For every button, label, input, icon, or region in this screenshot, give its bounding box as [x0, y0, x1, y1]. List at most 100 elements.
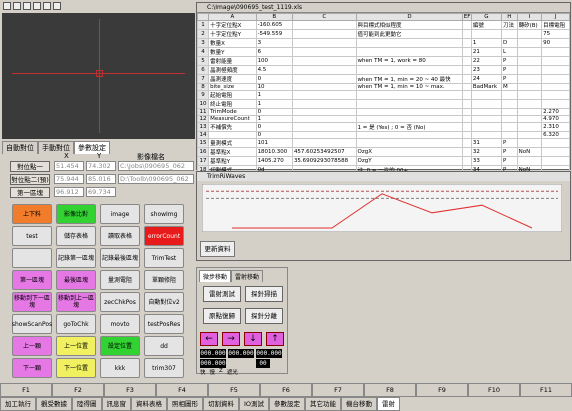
table-cell[interactable]: 16	[196, 147, 210, 157]
table-cell[interactable]: when TM = 1, work = 80	[355, 56, 464, 66]
table-cell[interactable]	[470, 115, 503, 123]
bottom-tab[interactable]: 機台移動	[341, 397, 378, 411]
table-cell[interactable]	[355, 99, 464, 109]
bottom-tab[interactable]: 訊息窗	[101, 397, 131, 411]
table-cell[interactable]	[355, 138, 464, 148]
table-cell[interactable]: 457.60253492507	[291, 147, 357, 157]
table-cell[interactable]	[291, 20, 357, 30]
laser-test-button[interactable]: 雷射測試	[203, 286, 241, 302]
table-cell[interactable]	[501, 99, 518, 109]
table-cell[interactable]: BadMark	[470, 83, 503, 91]
table-cell[interactable]: 十字定位點Y	[208, 29, 257, 39]
table-cell[interactable]: 十字定位點X	[208, 20, 257, 30]
column-header[interactable]: B	[255, 13, 293, 21]
function-key-f1[interactable]: F1	[0, 383, 52, 397]
table-cell[interactable]: when TM = 1, min = 10 ~ max.	[355, 83, 464, 91]
command-button[interactable]: 讀取表格	[100, 226, 140, 246]
table-cell[interactable]: 8	[196, 83, 210, 91]
function-key-f8[interactable]: F8	[364, 383, 416, 397]
table-cell[interactable]	[462, 131, 472, 139]
function-key-f5[interactable]: F5	[208, 383, 260, 397]
radio-shutter[interactable]: 遮光	[227, 368, 238, 376]
table-cell[interactable]: 1	[255, 99, 293, 109]
table-cell[interactable]	[355, 115, 464, 123]
table-cell[interactable]	[516, 122, 543, 132]
column-header[interactable]: D	[355, 13, 464, 21]
command-button[interactable]: kkk	[100, 358, 140, 378]
table-cell[interactable]	[462, 47, 472, 57]
table-cell[interactable]: 22	[470, 56, 503, 66]
table-cell[interactable]	[516, 83, 543, 91]
table-cell[interactable]: OzgX	[355, 147, 464, 157]
table-cell[interactable]: 0	[255, 122, 293, 132]
table-cell[interactable]	[541, 47, 570, 57]
table-cell[interactable]: NoN	[516, 147, 543, 157]
radio-slow[interactable]: 慢	[210, 368, 216, 376]
table-cell[interactable]	[470, 108, 503, 116]
toolbar-button[interactable]	[3, 2, 11, 10]
table-cell[interactable]	[516, 47, 543, 57]
radio-z[interactable]: Z	[219, 368, 223, 376]
align-point-1-file[interactable]: C:\Jobs\090695_062	[118, 161, 194, 171]
table-cell[interactable]: 刀法	[501, 20, 518, 30]
arrow-up-icon[interactable]: ↑	[266, 332, 284, 346]
table-cell[interactable]	[470, 99, 503, 109]
align-point-2-button[interactable]: 對位點二(預)	[10, 174, 50, 185]
table-cell[interactable]	[462, 20, 472, 30]
table-cell[interactable]	[516, 56, 543, 66]
table-cell[interactable]: MeasureCount	[208, 115, 257, 123]
table-cell[interactable]: L	[501, 47, 518, 57]
command-button[interactable]: showImg	[144, 204, 184, 224]
arrow-left-icon[interactable]: ←	[200, 332, 218, 346]
table-cell[interactable]	[470, 29, 503, 39]
align-point-2-file[interactable]: D:\Toolb\090695_062	[118, 174, 194, 184]
align-point-1-x[interactable]: 51.454	[54, 161, 84, 171]
table-cell[interactable]: 17	[196, 156, 210, 166]
command-button[interactable]: 上一位置	[56, 336, 96, 356]
table-cell[interactable]: 13	[196, 122, 210, 132]
table-cell[interactable]: D	[501, 38, 518, 48]
bottom-tab[interactable]: 加工執行	[0, 397, 36, 411]
radio-fast[interactable]: 快	[200, 368, 206, 376]
table-cell[interactable]	[291, 108, 357, 116]
table-cell[interactable]: 3	[196, 38, 210, 48]
table-cell[interactable]: 轉矽(B)	[516, 20, 543, 30]
command-button[interactable]: 單顆修阻	[144, 270, 184, 290]
table-cell[interactable]: OzgY	[355, 156, 464, 166]
table-cell[interactable]: 2.270	[541, 108, 570, 116]
table-cell[interactable]	[501, 29, 518, 39]
bottom-tab[interactable]: 陸得圖	[72, 397, 102, 411]
table-cell[interactable]: 12	[196, 115, 210, 123]
function-key-f3[interactable]: F3	[104, 383, 156, 397]
table-cell[interactable]: when TM = 1, min = 20 ~ 40 最快	[355, 74, 464, 84]
table-cell[interactable]: P	[501, 56, 518, 66]
toolbar-button[interactable]	[43, 2, 51, 10]
table-cell[interactable]: 24	[470, 74, 503, 84]
table-cell[interactable]: 11	[196, 108, 210, 116]
command-button[interactable]: TrimTest	[144, 248, 184, 268]
first-block-y[interactable]: 69.734	[86, 187, 116, 197]
table-cell[interactable]	[291, 131, 357, 139]
command-button[interactable]: 第一區塊	[12, 270, 52, 290]
table-cell[interactable]	[541, 138, 570, 148]
command-button[interactable]: 移動到下一區塊	[12, 292, 52, 312]
first-block-button[interactable]: 第一區塊	[10, 187, 50, 198]
command-button[interactable]: 記錄最後區塊	[100, 248, 140, 268]
command-button[interactable]: dd	[144, 336, 184, 356]
table-cell[interactable]: 基準點X	[208, 147, 257, 157]
table-cell[interactable]: -549.559	[255, 29, 293, 39]
command-button[interactable]: 下一位置	[56, 358, 96, 378]
table-cell[interactable]	[501, 115, 518, 123]
function-key-f7[interactable]: F7	[312, 383, 364, 397]
command-button[interactable]: trim307	[144, 358, 184, 378]
table-cell[interactable]: 雷射能量	[208, 56, 257, 66]
bottom-tab[interactable]: 參數設定	[269, 397, 306, 411]
table-cell[interactable]	[462, 29, 472, 39]
toolbar-button[interactable]	[33, 2, 41, 10]
table-cell[interactable]: 終止電阻	[208, 99, 257, 109]
table-cell[interactable]: 1	[470, 38, 503, 48]
table-cell[interactable]: P	[501, 138, 518, 148]
command-button[interactable]: movto	[100, 314, 140, 334]
table-cell[interactable]	[355, 38, 464, 48]
table-cell[interactable]	[541, 90, 570, 100]
